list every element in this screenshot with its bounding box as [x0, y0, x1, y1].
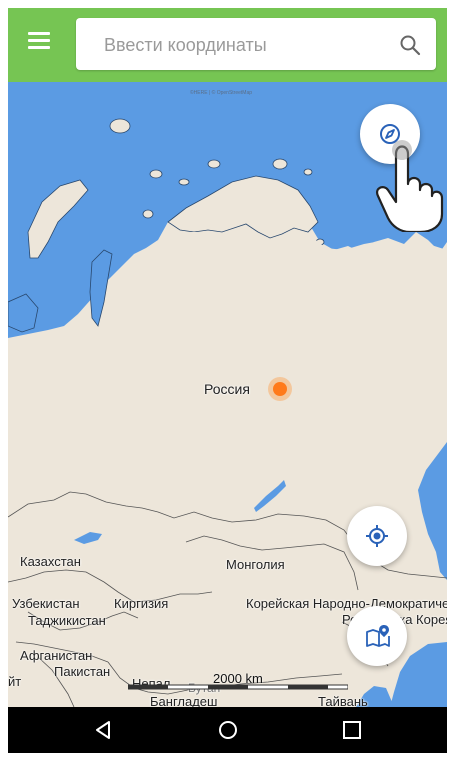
- menu-icon-line: [28, 46, 50, 49]
- my-location-button[interactable]: [347, 506, 407, 566]
- back-icon[interactable]: [94, 720, 114, 740]
- app-screen: ©HERE | © OpenStreetMap Россия Казахстан…: [8, 8, 447, 753]
- label-north-korea: Корейская Народно-Демократическая Респуб…: [246, 596, 447, 611]
- label-russia: Россия: [204, 381, 250, 397]
- label-kazakhstan: Казахстан: [20, 554, 81, 569]
- label-afghanistan: Афганистан: [20, 648, 93, 663]
- coordinates-search-input[interactable]: [102, 30, 376, 60]
- label-kyrgyzstan: Киргизия: [114, 596, 169, 611]
- location-marker[interactable]: [268, 377, 292, 401]
- menu-icon-line: [28, 32, 50, 35]
- system-nav-bar: [8, 707, 447, 753]
- recents-icon[interactable]: [342, 720, 362, 740]
- label-tajikistan: Таджикистан: [28, 613, 106, 628]
- label-mongolia: Монголия: [226, 557, 285, 572]
- my-location-icon: [366, 525, 388, 547]
- label-pakistan: Пакистан: [54, 664, 111, 679]
- app-bar: [8, 8, 447, 82]
- search-icon[interactable]: [398, 33, 422, 57]
- scale-bar: [128, 684, 348, 690]
- menu-icon-line: [28, 39, 50, 42]
- map-attribution: ©HERE | © OpenStreetMap: [190, 90, 253, 96]
- hand-pointer-icon: [376, 140, 444, 232]
- home-icon[interactable]: [218, 720, 238, 740]
- menu-button[interactable]: [28, 32, 54, 52]
- label-uzbekistan: Узбекистан: [12, 596, 80, 611]
- search-box: [76, 18, 436, 70]
- app-frame: ©HERE | © OpenStreetMap Россия Казахстан…: [0, 0, 449, 758]
- map-pin-icon: [366, 625, 390, 647]
- map-pin-button[interactable]: [347, 606, 407, 666]
- label-turkmenistan-fragment: йт: [8, 674, 22, 689]
